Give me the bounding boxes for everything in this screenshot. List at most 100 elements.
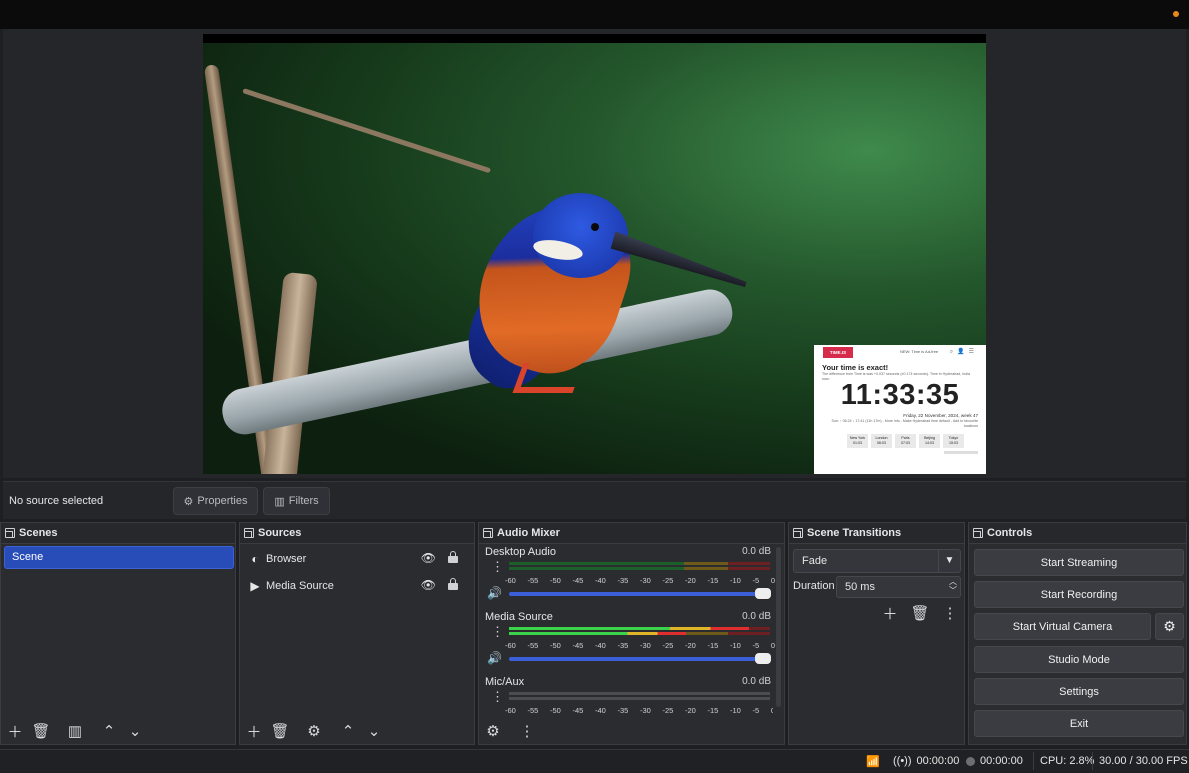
recording-indicator-dot: [1173, 11, 1179, 17]
overlay-nav-text: NEW: Time is Ad-free: [900, 349, 939, 354]
mixer-channel-desktop-audio: Desktop Audio 0.0 dB ⋮ -60 -55 -50 -45 -40 -3…: [483, 546, 775, 610]
transition-select[interactable]: Fade ▼: [793, 549, 961, 573]
studio-mode-button[interactable]: Studio Mode: [974, 646, 1184, 673]
meter-tick-label: -15: [707, 576, 719, 585]
chevron-down-icon[interactable]: ▼: [938, 550, 960, 572]
meter-tick-label: -40: [595, 576, 606, 585]
controls-title: Controls: [987, 527, 1033, 539]
trash-icon: 🗑: [270, 723, 290, 740]
start-streaming-button[interactable]: Start Streaming: [974, 549, 1184, 576]
add-scene-button[interactable]: ＋: [2, 719, 28, 743]
visibility-eye-icon[interactable]: 👁: [421, 578, 436, 592]
mixer-menu-button[interactable]: ⋮: [514, 719, 540, 743]
mixer-toolbar: ⚙ ⋮: [479, 718, 784, 744]
spin-arrows-icon[interactable]: ︿ ﹀: [949, 577, 957, 595]
trash-icon: 🗑: [31, 723, 51, 740]
channel-db: 0.0 dB: [742, 546, 771, 557]
meter-tick-label: 0: [770, 641, 775, 650]
meter-tick-label: -60: [505, 706, 516, 714]
source-item-label: Browser: [266, 553, 307, 565]
overlay-city: Tokyo 15:03: [943, 434, 964, 448]
scene-list-item[interactable]: Scene: [4, 546, 234, 569]
meter-tick-label: -55: [527, 641, 539, 650]
branch-image-part: [242, 88, 492, 174]
lock-icon[interactable]: [448, 551, 458, 563]
source-item-media-source[interactable]: ▶ Media Source 👁: [244, 574, 470, 598]
transition-toolbar: ＋ 🗑 ⋮: [877, 601, 963, 625]
volume-slider[interactable]: [509, 653, 771, 664]
city-time: 01:03: [853, 441, 862, 445]
volume-slider-handle[interactable]: [755, 653, 771, 664]
overlay-city: Beijing 14:03: [919, 434, 940, 448]
trash-icon: 🗑: [910, 605, 930, 622]
meter-tick-label: -50: [550, 641, 561, 650]
meter-tick-label: -25: [662, 706, 674, 714]
sources-toolbar: ＋ 🗑 ⚙ ⌃ ⌄: [240, 718, 474, 744]
audio-mixer-dock-title[interactable]: Audio Mixer: [479, 523, 784, 544]
move-source-down-button[interactable]: ⌄: [361, 719, 387, 743]
start-recording-button[interactable]: Start Recording: [974, 581, 1184, 608]
meter-bar: [509, 692, 770, 695]
scenes-dock-title[interactable]: Scenes: [1, 523, 235, 544]
kingfisher-image-part: [591, 223, 599, 231]
transition-menu-button[interactable]: ⋮: [937, 601, 963, 625]
time-is-logo: TIME.IS: [823, 347, 853, 358]
globe-icon: ◐: [251, 552, 259, 566]
meter-tick-label: -35: [617, 641, 629, 650]
advanced-audio-settings-button[interactable]: ⚙: [480, 719, 506, 743]
lock-icon[interactable]: [448, 578, 458, 590]
speaker-icon[interactable]: 🔊: [487, 651, 502, 665]
volume-slider[interactable]: [509, 588, 771, 599]
scene-transitions-dock-title[interactable]: Scene Transitions: [789, 523, 964, 544]
source-properties-button[interactable]: ⚙: [301, 719, 327, 743]
move-scene-down-button[interactable]: ⌄: [122, 719, 148, 743]
dock-undock-icon: [483, 528, 493, 538]
virtual-camera-settings-button[interactable]: ⚙: [1155, 613, 1184, 640]
transition-value: Fade: [802, 555, 828, 567]
meter-tick-label: -60: [505, 576, 516, 585]
settings-button[interactable]: Settings: [974, 678, 1184, 705]
dock-undock-icon: [973, 528, 983, 538]
properties-label: Properties: [197, 495, 248, 507]
channel-name: Desktop Audio: [485, 546, 556, 558]
source-item-browser[interactable]: ◐ Browser 👁: [244, 547, 470, 571]
program-canvas[interactable]: TIME.IS NEW: Time is Ad-free ⌕👤☰ Your ti…: [203, 34, 986, 474]
browser-source-overlay[interactable]: TIME.IS NEW: Time is Ad-free ⌕👤☰ Your ti…: [814, 345, 986, 474]
network-signal-icon: 📶: [866, 756, 880, 768]
volume-slider-handle[interactable]: [755, 588, 771, 599]
remove-source-button[interactable]: 🗑: [267, 719, 293, 743]
controls-dock-title[interactable]: Controls: [969, 523, 1186, 544]
filters-button[interactable]: ▥ Filters: [263, 487, 330, 515]
kebab-menu-icon[interactable]: ⋮: [491, 625, 504, 638]
visibility-eye-icon[interactable]: 👁: [421, 551, 436, 565]
start-virtual-camera-button[interactable]: Start Virtual Camera: [974, 613, 1151, 640]
meter-tick-label: -45: [572, 641, 584, 650]
overlay-city-list: New York 01:03 London 06:03 Paris 07:03 Bei…: [847, 434, 964, 448]
overlay-sun-info: Sun: ↑ 06:24 ↓ 17:41 (11h 17m) - More in…: [831, 419, 978, 428]
volume-meter: [509, 627, 770, 639]
source-item-label: Media Source: [266, 580, 334, 592]
meter-tick-label: -50: [550, 706, 561, 714]
chevron-down-icon: ⌄: [367, 723, 381, 740]
remove-transition-button[interactable]: 🗑: [907, 601, 933, 625]
meter-tick-label: -10: [730, 576, 741, 585]
remove-scene-button[interactable]: 🗑: [28, 719, 54, 743]
sources-dock-title[interactable]: Sources: [240, 523, 474, 544]
duration-spinbox[interactable]: 50 ms ︿ ﹀: [836, 576, 961, 598]
speaker-icon[interactable]: 🔊: [487, 586, 502, 600]
add-source-button[interactable]: ＋: [241, 719, 267, 743]
city-time: 15:03: [949, 441, 958, 445]
add-transition-button[interactable]: ＋: [877, 601, 903, 625]
scene-filters-button[interactable]: ▥: [62, 719, 88, 743]
meter-tick-label: -10: [730, 706, 741, 714]
city-time: 06:03: [877, 441, 886, 445]
exit-button[interactable]: Exit: [974, 710, 1184, 737]
move-scene-up-button[interactable]: ⌃: [96, 719, 122, 743]
fps-display: 30.00 / 30.00 FPS: [1099, 755, 1188, 767]
move-source-up-button[interactable]: ⌃: [335, 719, 361, 743]
mixer-scrollbar[interactable]: [776, 547, 781, 707]
kebab-menu-icon[interactable]: ⋮: [491, 690, 504, 703]
source-toolbar: No source selected ⚙ Properties ▥ Filter…: [3, 481, 1186, 519]
properties-button[interactable]: ⚙ Properties: [173, 487, 258, 515]
kebab-menu-icon[interactable]: ⋮: [491, 560, 504, 573]
